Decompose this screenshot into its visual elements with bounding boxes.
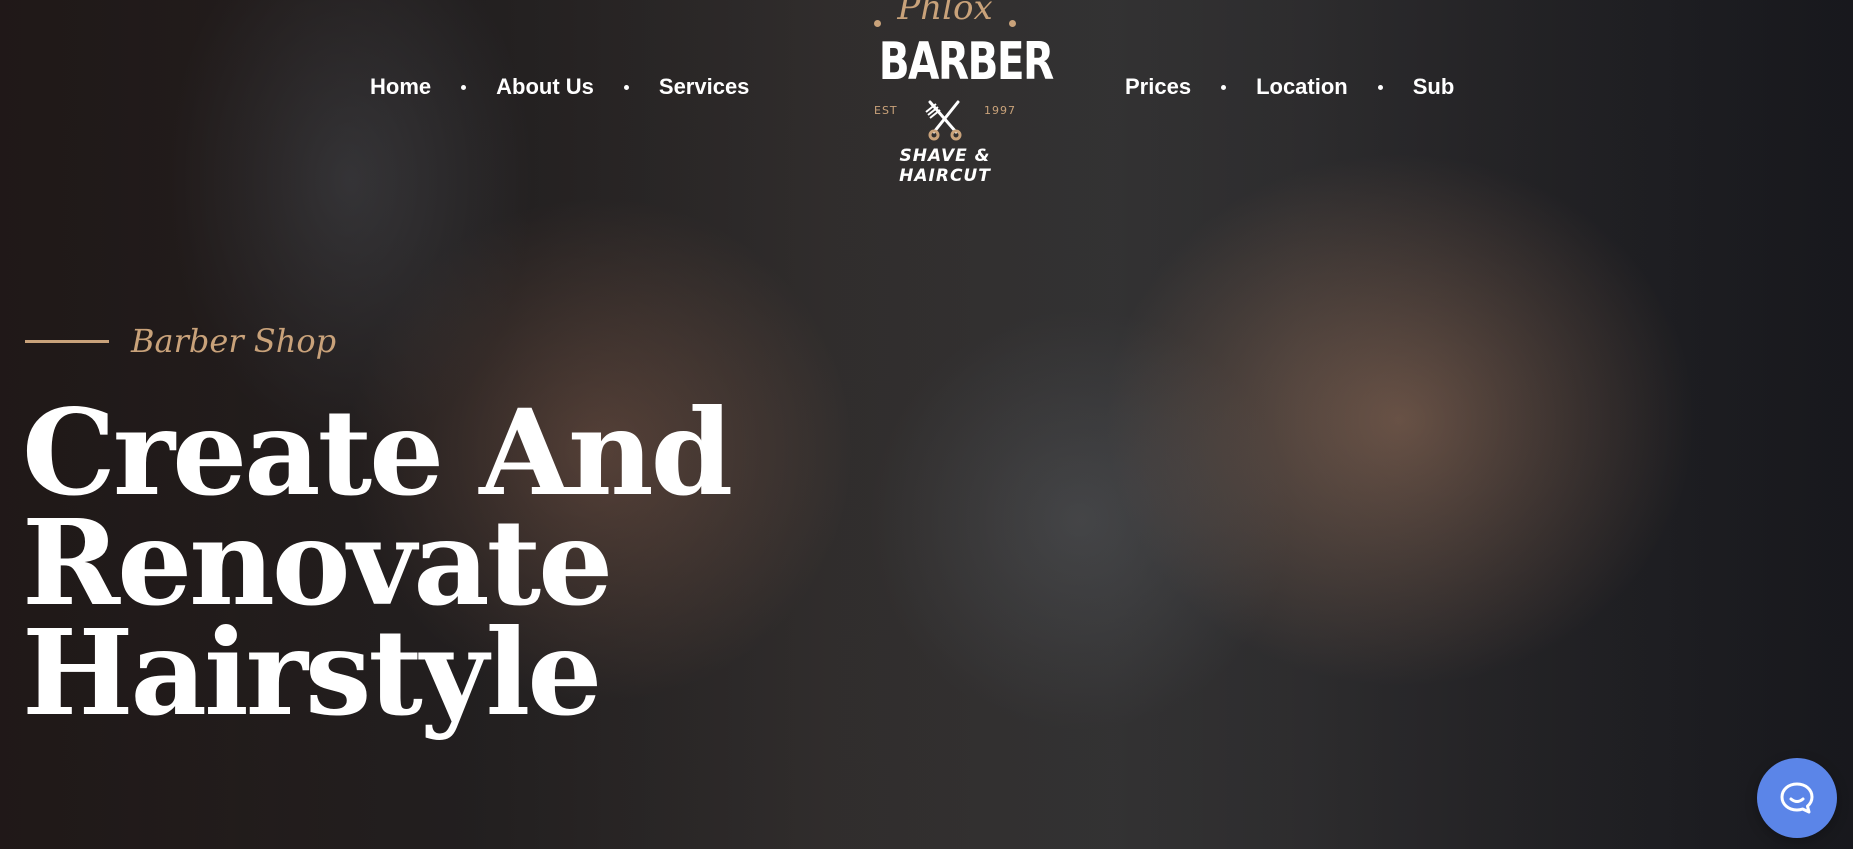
chat-bubble-icon — [1780, 782, 1814, 814]
site-logo[interactable]: Phlox BARBER EST 1997 SHAVE & HAIRCUT — [860, 0, 1055, 186]
nav-sub-link[interactable]: Sub — [1413, 74, 1455, 100]
headline-line: Hairstyle — [22, 603, 602, 742]
logo-script-text: Phlox — [897, 0, 993, 28]
scissors-comb-icon — [925, 100, 962, 141]
eyebrow-line — [25, 339, 109, 343]
headline-line: Create And — [22, 383, 733, 522]
nav-prices-link[interactable]: Prices — [1125, 74, 1191, 100]
logo-tagline: SHAVE & HAIRCUT — [899, 146, 991, 186]
hero-headline: Create And Renovate Hairstyle — [22, 383, 733, 742]
nav-separator-dot — [461, 84, 467, 90]
nav-about-us-link[interactable]: About Us — [496, 74, 594, 100]
nav-separator-dot — [1377, 84, 1383, 90]
chat-button[interactable] — [1757, 758, 1837, 838]
nav-home-link[interactable]: Home — [370, 74, 431, 100]
logo-year-text: 1997 — [984, 104, 1016, 117]
nav-location-link[interactable]: Location — [1256, 74, 1348, 100]
nav-services-link[interactable]: Services — [659, 74, 750, 100]
logo-wordmark: BARBER — [878, 32, 1055, 92]
logo-dot — [1009, 20, 1016, 27]
nav-separator-dot — [1221, 84, 1227, 90]
main-nav-right: Prices Location Sub — [1125, 62, 1454, 112]
logo-est-text: EST — [874, 104, 898, 117]
main-nav-left: Home About Us Services — [370, 62, 749, 112]
hero-eyebrow: Barber Shop — [25, 322, 336, 360]
nav-separator-dot — [623, 84, 629, 90]
eyebrow-text: Barber Shop — [131, 322, 337, 360]
headline-line: Renovate — [22, 493, 613, 632]
